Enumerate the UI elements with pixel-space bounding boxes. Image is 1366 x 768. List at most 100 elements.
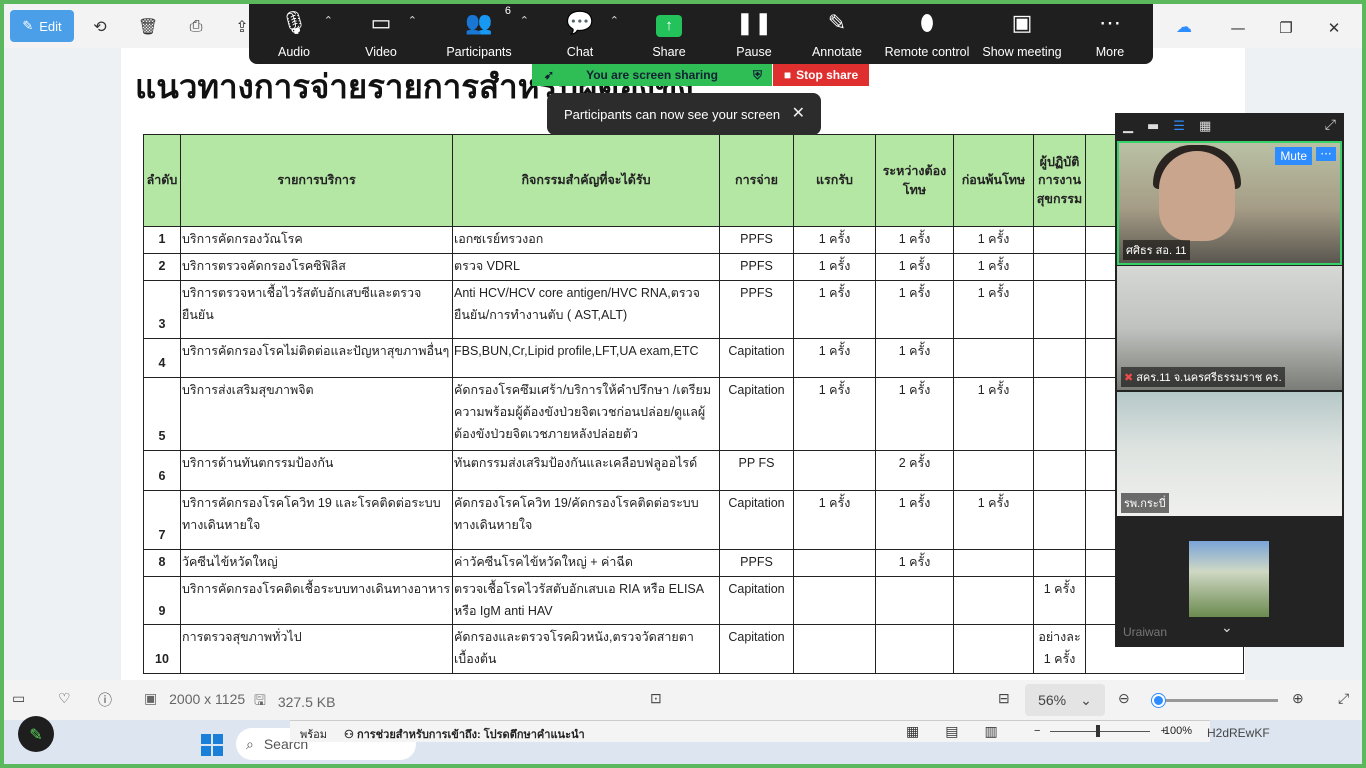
zoom-slider-thumb[interactable] — [1152, 694, 1165, 707]
cell-intake: 1 ครั้ง — [793, 337, 876, 378]
cell-payment: PPFS — [719, 548, 794, 577]
rotate-icon[interactable]: ⟲ — [84, 10, 116, 42]
share-button[interactable]: ↑ Share — [625, 0, 713, 64]
cell-worker — [1033, 548, 1086, 577]
cell-before: 1 ครั้ง — [953, 489, 1034, 550]
more-options-button[interactable]: ··· — [1316, 147, 1336, 161]
stop-share-button[interactable]: ■ Stop share — [773, 64, 869, 86]
fit-icon[interactable]: ⊡ — [650, 690, 662, 707]
doc-zoom-track[interactable] — [1050, 724, 1151, 737]
participants-icon: 👥 — [465, 10, 493, 35]
filmstrip-icon[interactable]: ▭ — [12, 690, 25, 707]
favorite-icon[interactable]: ♡ — [58, 690, 71, 707]
cell-service: บริการตรวจหาเชื้อไวรัสตับอักเสบซีและตรวจ… — [180, 279, 453, 339]
annotate-button[interactable]: ✎ Annotate — [795, 0, 879, 64]
mute-button[interactable]: Mute — [1275, 147, 1312, 165]
cell-no: 9 — [143, 575, 181, 626]
speaker-view-icon[interactable]: ▬ — [1147, 119, 1159, 134]
column-header: แรกรับ — [793, 134, 876, 227]
chat-button[interactable]: 💬 ⌃ Chat — [535, 0, 625, 64]
table-row: 8 วัคซีนไข้หวัดใหญ่ ค่าวัคซีนโรคไข้หวัดใหญ… — [143, 548, 1244, 577]
minimize-panel-icon[interactable]: ▁ — [1123, 119, 1133, 134]
zoom-slider[interactable] — [1152, 694, 1278, 707]
cell-before — [953, 449, 1034, 491]
more-button[interactable]: ⋯ More — [1069, 0, 1151, 64]
minus-icon[interactable]: − — [1034, 725, 1040, 737]
windows-start-icon[interactable] — [201, 734, 223, 756]
print-layout-icon[interactable]: ▤ — [945, 723, 958, 740]
column-header: ลำดับ — [143, 134, 181, 227]
cell-during: 1 ครั้ง — [875, 279, 954, 339]
close-icon[interactable]: ✕ — [792, 103, 805, 123]
chevron-up-icon[interactable]: ⌃ — [520, 14, 529, 27]
cell-worker — [1033, 449, 1086, 491]
cell-service: วัคซีนไข้หวัดใหญ่ — [180, 548, 453, 577]
remote-control-button[interactable]: ⬮ Remote control — [879, 0, 975, 64]
maximize-icon[interactable]: ❐ — [1262, 8, 1310, 48]
cell-service: บริการคัดกรองโรคไม่ติดต่อและปัญหาสุขภาพอ… — [180, 337, 453, 378]
fullscreen-icon[interactable]: ⤢ — [1338, 690, 1349, 707]
minimize-icon[interactable]: — — [1214, 8, 1262, 48]
strip-view-icon[interactable]: ☰ — [1173, 119, 1185, 134]
video-tile[interactable]: Mute ··· ศศิธร สอ. 11 — [1117, 141, 1342, 265]
chevron-up-icon[interactable]: ⌃ — [610, 14, 619, 27]
cell-during: 1 ครั้ง — [875, 337, 954, 378]
table-row: 5 บริการส่งเสริมสุขภาพจิต คัดกรองโรคซึมเศร… — [143, 376, 1244, 451]
toolbar-label: Audio — [278, 45, 310, 59]
video-button[interactable]: ▭ ⌃ Video — [339, 0, 423, 64]
info-icon[interactable]: ⓘ — [98, 690, 112, 710]
read-mode-icon[interactable]: ▦ — [906, 723, 919, 740]
doc-zoom-thumb[interactable] — [1096, 724, 1101, 737]
cell-before — [953, 624, 1034, 675]
accessibility-status[interactable]: ⚇ การช่วยสำหรับการเข้าถึง: โปรดตึกษาคำแน… — [344, 725, 585, 743]
cell-service: บริการส่งเสริมสุขภาพจิต — [180, 376, 453, 451]
cell-activity: ตรวจเชื้อโรคไวรัสตับอักเสบเอ RIA หรือ EL… — [452, 575, 720, 626]
participants-button[interactable]: 👥 6 ⌃ Participants — [423, 0, 535, 64]
participant-face — [1159, 151, 1235, 241]
delete-icon[interactable]: 🗑 — [132, 10, 164, 42]
actual-size-icon[interactable]: ⊟ — [998, 690, 1010, 707]
cell-service: การตรวจสุขภาพทั่วไป — [180, 624, 453, 675]
screen-sharing-banner: ➹ You are screen sharing ⛨ — [532, 64, 772, 86]
chevron-up-icon[interactable]: ⌃ — [324, 14, 333, 27]
cell-payment: PPFS — [719, 279, 794, 339]
video-tile[interactable]: รพ.กระบี่ — [1117, 392, 1342, 516]
edit-button[interactable]: ✎ Edit — [10, 10, 74, 42]
cell-activity: ทันตกรรมส่งเสริมป้องกันและเคลือบฟลูออไรด… — [452, 449, 720, 491]
chevron-down-icon[interactable]: ⌄ — [1221, 620, 1233, 636]
video-tile[interactable]: ✖ สคร.11 จ.นครศรีธรรมราช คร. — [1117, 266, 1342, 390]
column-header: กิจกรรมสำคัญที่จะได้รับ — [452, 134, 720, 227]
cell-no: 8 — [143, 548, 181, 577]
cell-service: บริการคัดกรองโรคโควิท 19 และโรคติดต่อระบ… — [180, 489, 453, 550]
ready-status: พร้อม — [300, 729, 328, 741]
table-row: 9 บริการคัดกรองโรคติดเชื้อระบบทางเดินทางอ… — [143, 575, 1244, 626]
video-tile-thumbnail[interactable] — [1189, 541, 1269, 617]
participant-name: รพ.กระบี่ — [1121, 493, 1169, 513]
web-layout-icon[interactable]: ▥ — [984, 723, 997, 740]
cell-service: บริการตรวจคัดกรองโรคซิฟิลิส — [180, 252, 453, 281]
zoom-out-icon[interactable]: ⊖ — [1118, 690, 1130, 707]
close-icon[interactable]: ✕ — [1310, 8, 1358, 48]
pen-icon[interactable]: ✎ — [18, 716, 54, 752]
gallery-view-icon[interactable]: ▦ — [1199, 119, 1211, 134]
zoom-in-icon[interactable]: ⊕ — [1292, 690, 1304, 707]
audio-button[interactable]: 🎙 ⌃ Audio — [249, 0, 339, 64]
show-meeting-button[interactable]: ▣ Show meeting — [975, 0, 1069, 64]
toolbar-label: Remote control — [884, 45, 970, 59]
table-row: 1 บริการคัดกรองวัณโรค เอกซเรย์ทรวงอก PPFS 1 … — [143, 226, 1244, 254]
cell-before — [953, 337, 1034, 378]
participant-name-wrap: ✖ สคร.11 จ.นครศรีธรรมราช คร. — [1121, 367, 1285, 387]
toolbar-label: More — [1095, 45, 1125, 59]
pause-button[interactable]: ❚❚ Pause — [713, 0, 795, 64]
print-icon[interactable]: ⎙ — [180, 10, 212, 42]
cell-payment: PPFS — [719, 226, 794, 254]
toolbar-label: Show meeting — [982, 45, 1062, 59]
mic-muted-icon: ✖ — [1124, 372, 1134, 384]
expand-icon[interactable]: ⤢ — [1325, 117, 1336, 133]
cell-activity: ค่าวัคซีนโรคไข้หวัดใหญ่ + ค่าฉีด — [452, 548, 720, 577]
cell-worker — [1033, 376, 1086, 451]
chevron-up-icon[interactable]: ⌃ — [408, 14, 417, 27]
zoom-select[interactable]: 56% ⌄ — [1025, 684, 1105, 716]
doc-zoom-slider[interactable]: − + — [1034, 724, 1167, 737]
cloud-off-icon[interactable]: ☁ — [1168, 10, 1200, 42]
